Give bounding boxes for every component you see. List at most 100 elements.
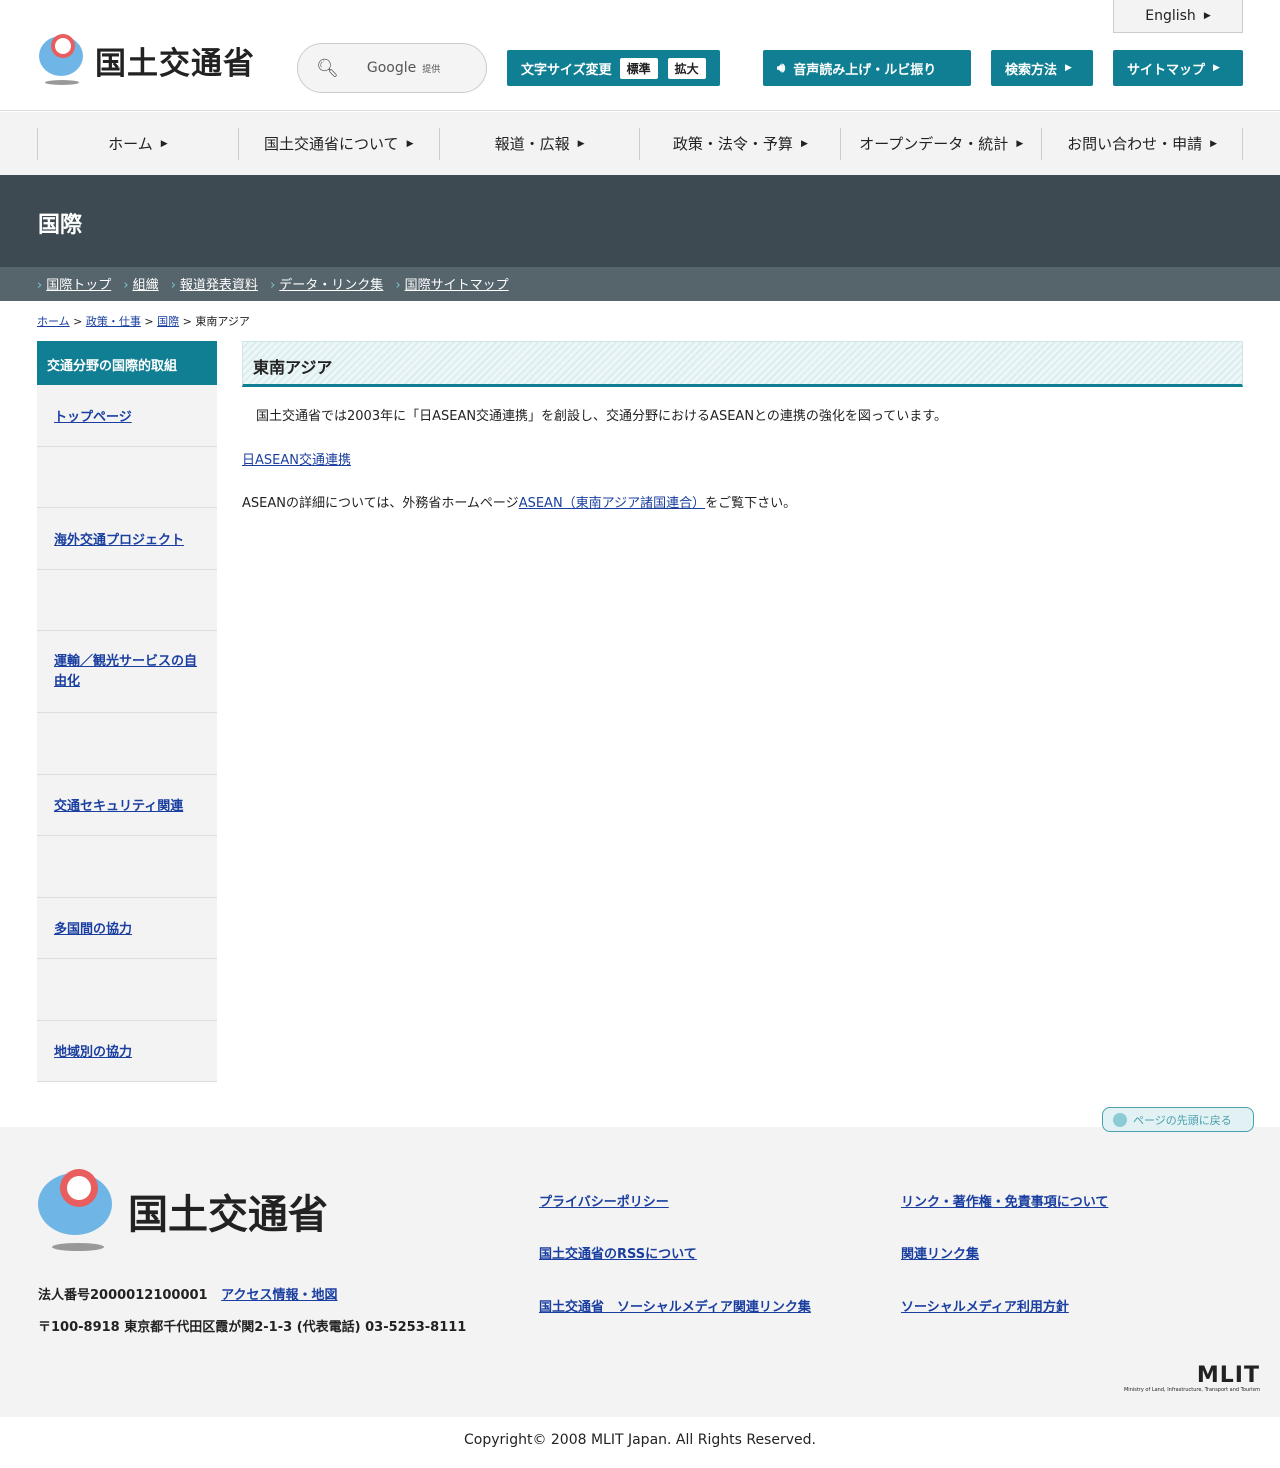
sidebar-item-empty: [37, 959, 217, 1021]
main-content: 東南アジア 国土交通省では2003年に「日ASEAN交通連携」を創設し、交通分野…: [242, 341, 1243, 514]
breadcrumb: ホーム > 政策・仕事 > 国際 > 東南アジア: [37, 313, 250, 329]
search-icon: 🔍︎: [316, 57, 339, 79]
font-size-control: 文字サイズ変更 標準 拡大: [507, 50, 720, 86]
sidebar-item-empty: [37, 836, 217, 898]
subnav-link[interactable]: 組織: [133, 278, 159, 293]
triangle-right-icon: ▶: [577, 138, 585, 149]
privacy-link[interactable]: プライバシーポリシー: [539, 1191, 669, 1210]
triangle-right-icon: ▶: [1203, 11, 1211, 21]
breadcrumb-link[interactable]: 政策・仕事: [86, 315, 141, 328]
asean-transport-link[interactable]: 日ASEAN交通連携: [242, 453, 351, 468]
address: 〒100-8918 東京都千代田区霞が関2-1-3 (代表電話) 03-5253…: [38, 1320, 467, 1335]
chevron-right-icon: ›: [270, 278, 276, 293]
search-input[interactable]: 🔍︎ Google 提供: [297, 43, 487, 93]
sidebar-title: 交通分野の国際的取組: [37, 341, 217, 385]
gnav-label: お問い合わせ・申請: [1067, 135, 1203, 153]
gnav-label: 国土交通省について: [264, 135, 399, 153]
gnav-press[interactable]: 報道・広報 ▶: [438, 127, 640, 160]
logo-text: 国土交通省: [95, 45, 255, 82]
triangle-right-icon: ▶: [1016, 138, 1024, 149]
subnav-link[interactable]: 報道発表資料: [180, 278, 258, 293]
font-size-standard-button[interactable]: 標準: [619, 57, 658, 79]
gnav-label: 政策・法令・予算: [672, 135, 793, 153]
gnav-policy[interactable]: 政策・法令・予算 ▶: [639, 127, 840, 160]
logo-mark-icon: [38, 1169, 112, 1253]
breadcrumb-current: 東南アジア: [195, 315, 250, 328]
gnav-about[interactable]: 国土交通省について ▶: [237, 127, 439, 160]
access-link[interactable]: アクセス情報・地図: [221, 1288, 337, 1303]
related-links-link[interactable]: 関連リンク集: [901, 1243, 979, 1262]
logo-mark-icon: [37, 34, 85, 86]
subnav-link[interactable]: 国際サイトマップ: [405, 278, 509, 293]
sidebar-item: 海外交通プロジェクト: [37, 508, 217, 570]
triangle-right-icon: ▶: [406, 138, 414, 149]
footer: 国土交通省 法人番号2000012100001 アクセス情報・地図 〒100-8…: [0, 1127, 1280, 1417]
font-size-large-button[interactable]: 拡大: [667, 57, 706, 79]
sitemap-button[interactable]: サイトマップ ▶: [1113, 50, 1243, 86]
footer-logo-text: 国土交通省: [128, 1192, 328, 1238]
triangle-right-icon: ▶: [1210, 138, 1218, 149]
english-button[interactable]: English ▶: [1113, 0, 1243, 33]
detail-pre: ASEANの詳細については、外務省ホームページ: [242, 496, 519, 511]
intro-text: 国土交通省では2003年に「日ASEAN交通連携」を創設し、交通分野におけるAS…: [256, 409, 947, 424]
sidebar-link-liberalization[interactable]: 運輸／観光サービスの自由化: [54, 652, 200, 691]
triangle-right-icon: ▶: [160, 138, 168, 149]
rss-link[interactable]: 国土交通省のRSSについて: [539, 1243, 697, 1262]
mlit-wordmark: MLIT Ministry of Land, Infrastructure, T…: [1100, 1363, 1260, 1394]
sidebar-link-regional[interactable]: 地域別の協力: [54, 1041, 132, 1060]
sidebar: 交通分野の国際的取組 トップページ 海外交通プロジェクト 運輸／観光サービスの自…: [37, 341, 217, 1082]
chevron-right-icon: ›: [170, 278, 176, 293]
mlit-logo[interactable]: 国土交通省: [37, 34, 255, 86]
gnav-label: ホーム: [108, 135, 153, 153]
search-method-label: 検索方法: [1005, 62, 1058, 78]
gnav-opendata[interactable]: オープンデータ・統計 ▶: [840, 127, 1041, 160]
sidebar-link-multilateral[interactable]: 多国間の協力: [54, 918, 132, 937]
breadcrumb-sep: >: [182, 315, 192, 328]
breadcrumb-link[interactable]: ホーム: [37, 315, 70, 328]
search-provider: Google: [366, 60, 417, 76]
corp-info: 法人番号2000012100001 アクセス情報・地図: [38, 1284, 338, 1303]
footer-logo: 国土交通省: [38, 1169, 328, 1253]
gnav-label: オープンデータ・統計: [859, 135, 1009, 153]
chevron-right-icon: ›: [37, 278, 43, 293]
gnav-contact[interactable]: お問い合わせ・申請 ▶: [1041, 127, 1243, 160]
section-subnav: › 国際トップ › 組織 › 報道発表資料 › データ・リンク集 › 国際サイトマップ: [0, 267, 1280, 301]
back-to-top-label: ページの先頭に戻る: [1133, 1113, 1232, 1127]
breadcrumb-link[interactable]: 国際: [157, 315, 179, 328]
mlit-subtext: Ministry of Land, Infrastructure, Transp…: [1123, 1387, 1260, 1393]
arrow-up-icon: [1113, 1112, 1127, 1127]
social-policy-link[interactable]: ソーシャルメディア利用方針: [901, 1296, 1069, 1315]
chevron-right-icon: ›: [395, 278, 401, 293]
section-title: 国際: [0, 175, 1280, 267]
triangle-right-icon: ▶: [800, 138, 808, 149]
sidebar-item-empty: [37, 713, 217, 775]
sidebar-item: トップページ: [37, 385, 217, 447]
back-to-top-button[interactable]: ページの先頭に戻る: [1102, 1107, 1254, 1132]
asean-mofa-link[interactable]: ASEAN（東南アジア諸国連合）: [519, 496, 705, 511]
sidebar-link-security[interactable]: 交通セキュリティ関連: [54, 795, 183, 814]
chevron-right-icon: ›: [123, 278, 129, 293]
subnav-link[interactable]: データ・リンク集: [279, 278, 383, 293]
breadcrumb-sep: >: [73, 315, 83, 328]
speaker-icon: 🔊︎: [777, 60, 786, 76]
sidebar-item-empty: [37, 446, 217, 508]
speech-button[interactable]: 🔊︎ 音声読み上げ・ルビ振り: [763, 50, 971, 86]
global-nav: ホーム ▶ 国土交通省について ▶ 報道・広報 ▶ 政策・法令・予算 ▶ オープンデータ…: [0, 112, 1280, 175]
sidebar-link-top[interactable]: トップページ: [54, 406, 132, 425]
mlit-text: MLIT: [1196, 1363, 1260, 1388]
triangle-right-icon: ▶: [1065, 63, 1072, 73]
subnav-link[interactable]: 国際トップ: [46, 278, 111, 293]
copyright: Copyright© 2008 MLIT Japan. All Rights R…: [464, 1432, 816, 1448]
sidebar-item: 運輸／観光サービスの自由化: [37, 631, 217, 713]
breadcrumb-sep: >: [144, 315, 154, 328]
corp-number: 法人番号2000012100001: [38, 1288, 208, 1303]
page-title: 東南アジア: [242, 341, 1243, 387]
gnav-home[interactable]: ホーム ▶: [37, 127, 238, 160]
social-links-link[interactable]: 国土交通省 ソーシャルメディア関連リンク集: [539, 1296, 811, 1315]
copyright-link[interactable]: リンク・著作権・免責事項について: [901, 1191, 1108, 1210]
sidebar-item: 交通セキュリティ関連: [37, 774, 217, 836]
sidebar-item: 多国間の協力: [37, 897, 217, 959]
search-method-button[interactable]: 検索方法 ▶: [991, 50, 1093, 86]
sidebar-link-overseas[interactable]: 海外交通プロジェクト: [54, 529, 184, 548]
sidebar-item: 地域別の協力: [37, 1020, 217, 1082]
